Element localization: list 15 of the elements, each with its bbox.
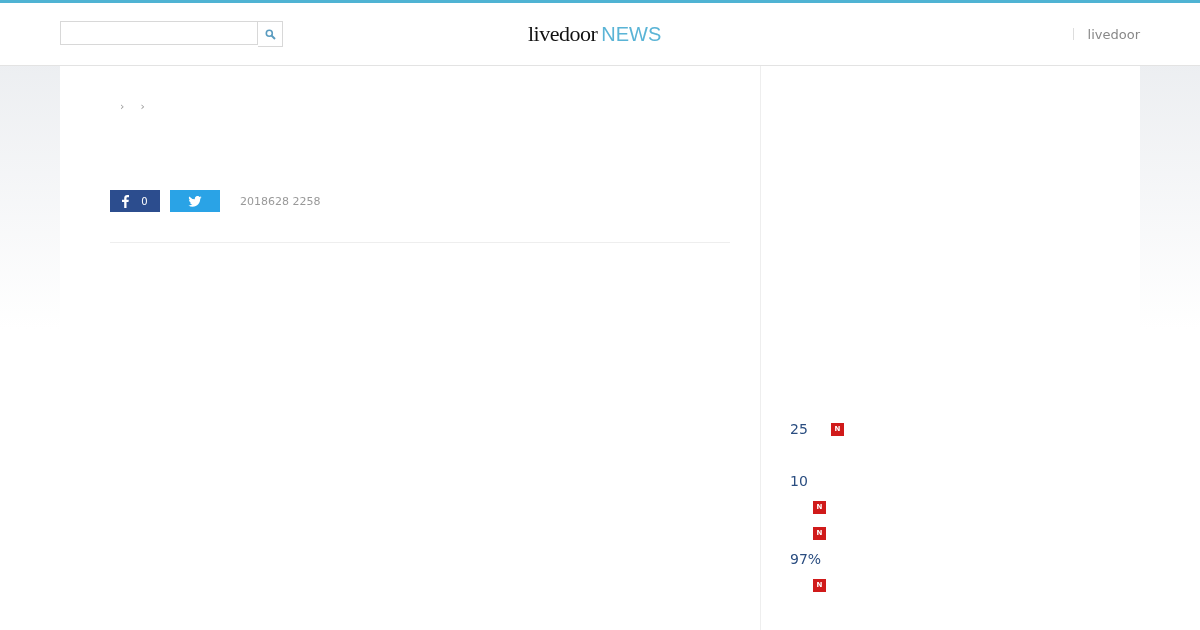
facebook-share-button[interactable]: 0: [110, 190, 160, 212]
breadcrumb-separator: ›: [120, 100, 125, 115]
nav-link[interactable]: livedoor: [1087, 26, 1140, 42]
search-icon: [264, 28, 276, 40]
publish-date: 2018628 2258: [240, 194, 321, 208]
search-field[interactable]: [60, 21, 258, 45]
sidebar-link[interactable]: 25: [790, 421, 808, 437]
twitter-share-button[interactable]: [170, 190, 220, 212]
bird-icon: [188, 195, 202, 207]
logo[interactable]: livedoor NEWS: [528, 21, 662, 47]
search-button[interactable]: [258, 21, 283, 47]
sidebar-link[interactable]: 10: [790, 473, 808, 489]
sidebar-link[interactable]: 97%: [790, 551, 822, 567]
facebook-icon: [122, 194, 130, 208]
breadcrumb-separator: ›: [140, 100, 145, 115]
